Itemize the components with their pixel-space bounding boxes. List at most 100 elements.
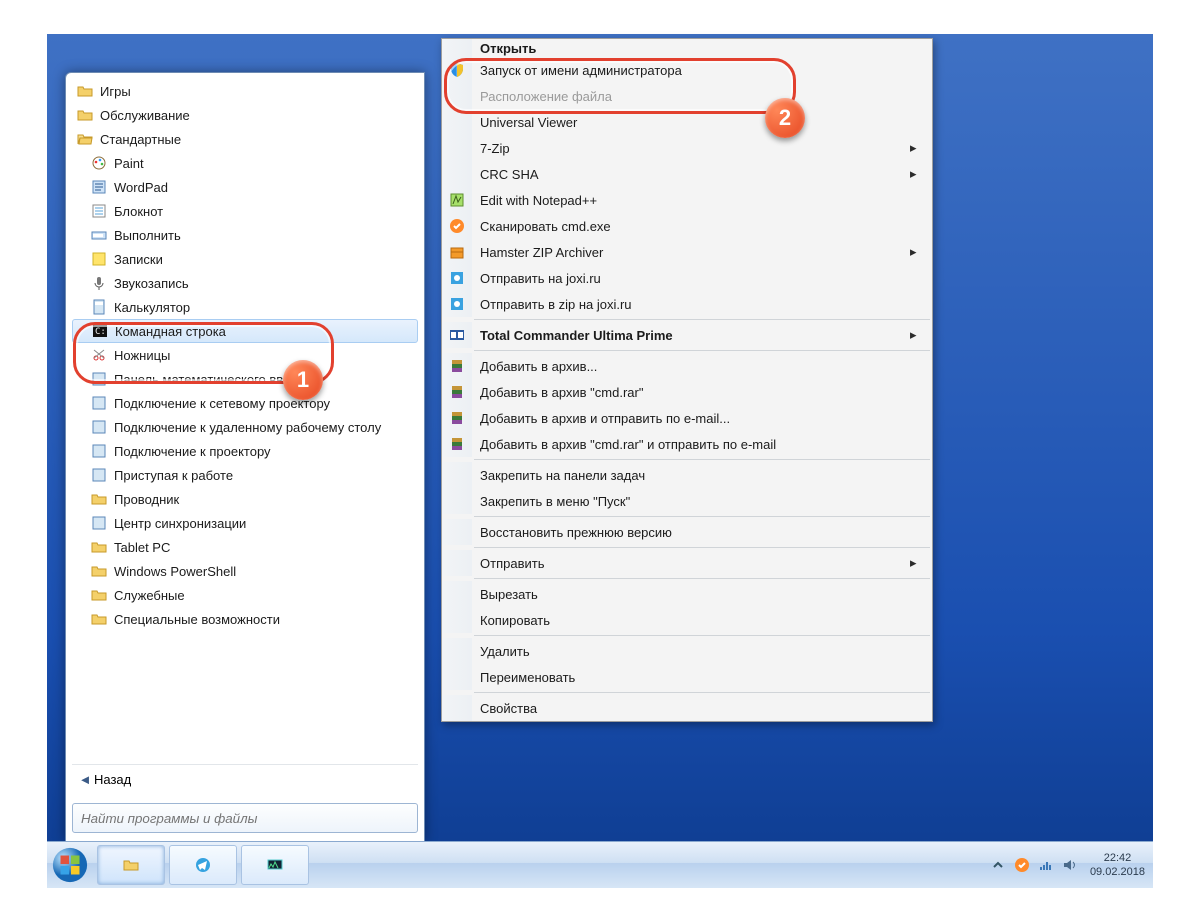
- submenu-arrow-icon: [910, 555, 932, 571]
- context-item-2[interactable]: Universal Viewer: [442, 109, 932, 135]
- program-item-20[interactable]: Windows PowerShell: [72, 559, 418, 583]
- program-item-0[interactable]: Игры: [72, 79, 418, 103]
- taskbar-button-explorer[interactable]: [97, 845, 165, 885]
- context-separator: [474, 459, 930, 460]
- wordpad-icon: [90, 178, 108, 196]
- context-item-0[interactable]: Запуск от имени администратора: [442, 57, 932, 83]
- program-item-2[interactable]: Стандартные: [72, 127, 418, 151]
- context-item-label: Добавить в архив...: [472, 359, 932, 374]
- start-back-label: Назад: [94, 772, 131, 787]
- start-search-container: [72, 803, 418, 833]
- program-item-13[interactable]: Подключение к сетевому проектору: [72, 391, 418, 415]
- context-item-21[interactable]: Восстановить прежнюю версию: [442, 519, 932, 545]
- program-item-label: Панель математического ввода: [114, 372, 305, 387]
- blank-icon: [442, 161, 472, 187]
- context-separator: [474, 319, 930, 320]
- program-item-8[interactable]: Звукозапись: [72, 271, 418, 295]
- context-item-15[interactable]: Добавить в архив и отправить по e-mail..…: [442, 405, 932, 431]
- program-item-16[interactable]: Приступая к работе: [72, 463, 418, 487]
- snip-icon: [90, 346, 108, 364]
- context-item-13[interactable]: Добавить в архив...: [442, 353, 932, 379]
- tray-avast-icon[interactable]: [1013, 856, 1031, 874]
- context-item-26[interactable]: Копировать: [442, 607, 932, 633]
- context-item-11[interactable]: Total Commander Ultima Prime: [442, 322, 932, 348]
- context-item-6[interactable]: Сканировать cmd.exe: [442, 213, 932, 239]
- folder-icon: [76, 82, 94, 100]
- joxi-icon: [442, 265, 472, 291]
- folder-icon: [76, 106, 94, 124]
- program-item-17[interactable]: Проводник: [72, 487, 418, 511]
- context-separator: [474, 635, 930, 636]
- mic-icon: [90, 274, 108, 292]
- context-item-31[interactable]: Свойства: [442, 695, 932, 721]
- tray-chevron-icon[interactable]: [989, 856, 1007, 874]
- start-menu-programs-panel: ИгрыОбслуживаниеСтандартныеPaintWordPadБ…: [65, 72, 425, 842]
- blank-icon: [442, 695, 472, 721]
- submenu-arrow-icon: [910, 166, 932, 182]
- program-item-7[interactable]: Записки: [72, 247, 418, 271]
- program-item-label: Tablet PC: [114, 540, 170, 555]
- context-item-label: Отправить: [472, 556, 910, 571]
- program-item-14[interactable]: Подключение к удаленному рабочему столу: [72, 415, 418, 439]
- program-item-22[interactable]: Специальные возможности: [72, 607, 418, 631]
- context-item-18[interactable]: Закрепить на панели задач: [442, 462, 932, 488]
- context-item-28[interactable]: Удалить: [442, 638, 932, 664]
- taskbar-button-telegram[interactable]: [169, 845, 237, 885]
- explorer-icon: [118, 852, 144, 878]
- folder-icon: [90, 562, 108, 580]
- context-item-16[interactable]: Добавить в архив "cmd.rar" и отправить п…: [442, 431, 932, 457]
- start-back-button[interactable]: ◄ Назад: [72, 764, 418, 793]
- context-item-1[interactable]: Расположение файла: [442, 83, 932, 109]
- context-item-4[interactable]: CRC SHA: [442, 161, 932, 187]
- context-open-label: Открыть: [472, 41, 932, 56]
- context-item-19[interactable]: Закрепить в меню "Пуск": [442, 488, 932, 514]
- context-item-label: Edit with Notepad++: [472, 193, 932, 208]
- taskbar-clock[interactable]: 22:42 09.02.2018: [1090, 851, 1145, 879]
- joxi-icon: [442, 291, 472, 317]
- context-item-14[interactable]: Добавить в архив "cmd.rar": [442, 379, 932, 405]
- submenu-arrow-icon: [910, 140, 932, 156]
- start-search-input[interactable]: [72, 803, 418, 833]
- context-item-open[interactable]: Открыть: [442, 39, 932, 57]
- context-item-7[interactable]: Hamster ZIP Archiver: [442, 239, 932, 265]
- context-item-29[interactable]: Переименовать: [442, 664, 932, 690]
- hamster-icon: [442, 239, 472, 265]
- context-item-8[interactable]: Отправить на joxi.ru: [442, 265, 932, 291]
- context-menu: Открыть Запуск от имени администратораРа…: [441, 38, 933, 722]
- program-item-15[interactable]: Подключение к проектору: [72, 439, 418, 463]
- monitor-icon: [262, 852, 288, 878]
- context-item-label: Закрепить на панели задач: [472, 468, 932, 483]
- context-separator: [474, 547, 930, 548]
- npp-icon: [442, 187, 472, 213]
- context-item-5[interactable]: Edit with Notepad++: [442, 187, 932, 213]
- program-item-21[interactable]: Служебные: [72, 583, 418, 607]
- context-item-3[interactable]: 7-Zip: [442, 135, 932, 161]
- program-item-label: Служебные: [114, 588, 185, 603]
- program-item-18[interactable]: Центр синхронизации: [72, 511, 418, 535]
- tray-net-icon[interactable]: [1037, 856, 1055, 874]
- proj-icon: [90, 442, 108, 460]
- program-item-3[interactable]: Paint: [72, 151, 418, 175]
- context-item-23[interactable]: Отправить: [442, 550, 932, 576]
- start-button[interactable]: [47, 842, 93, 888]
- notepad-icon: [90, 202, 108, 220]
- taskbar-button-monitor[interactable]: [241, 845, 309, 885]
- program-item-4[interactable]: WordPad: [72, 175, 418, 199]
- program-item-11[interactable]: Ножницы: [72, 343, 418, 367]
- program-item-1[interactable]: Обслуживание: [72, 103, 418, 127]
- svg-text:C:: C:: [95, 327, 106, 337]
- rar-icon: [442, 431, 472, 457]
- context-item-25[interactable]: Вырезать: [442, 581, 932, 607]
- folder-icon: [90, 586, 108, 604]
- program-item-19[interactable]: Tablet PC: [72, 535, 418, 559]
- program-item-5[interactable]: Блокнот: [72, 199, 418, 223]
- tray-vol-icon[interactable]: [1061, 856, 1079, 874]
- context-item-label: Закрепить в меню "Пуск": [472, 494, 932, 509]
- blank-icon: [442, 638, 472, 664]
- program-item-6[interactable]: Выполнить: [72, 223, 418, 247]
- context-item-9[interactable]: Отправить в zip на joxi.ru: [442, 291, 932, 317]
- run-icon: [90, 226, 108, 244]
- program-item-10[interactable]: C:Командная строка: [72, 319, 418, 343]
- program-item-12[interactable]: Панель математического ввода: [72, 367, 418, 391]
- program-item-9[interactable]: Калькулятор: [72, 295, 418, 319]
